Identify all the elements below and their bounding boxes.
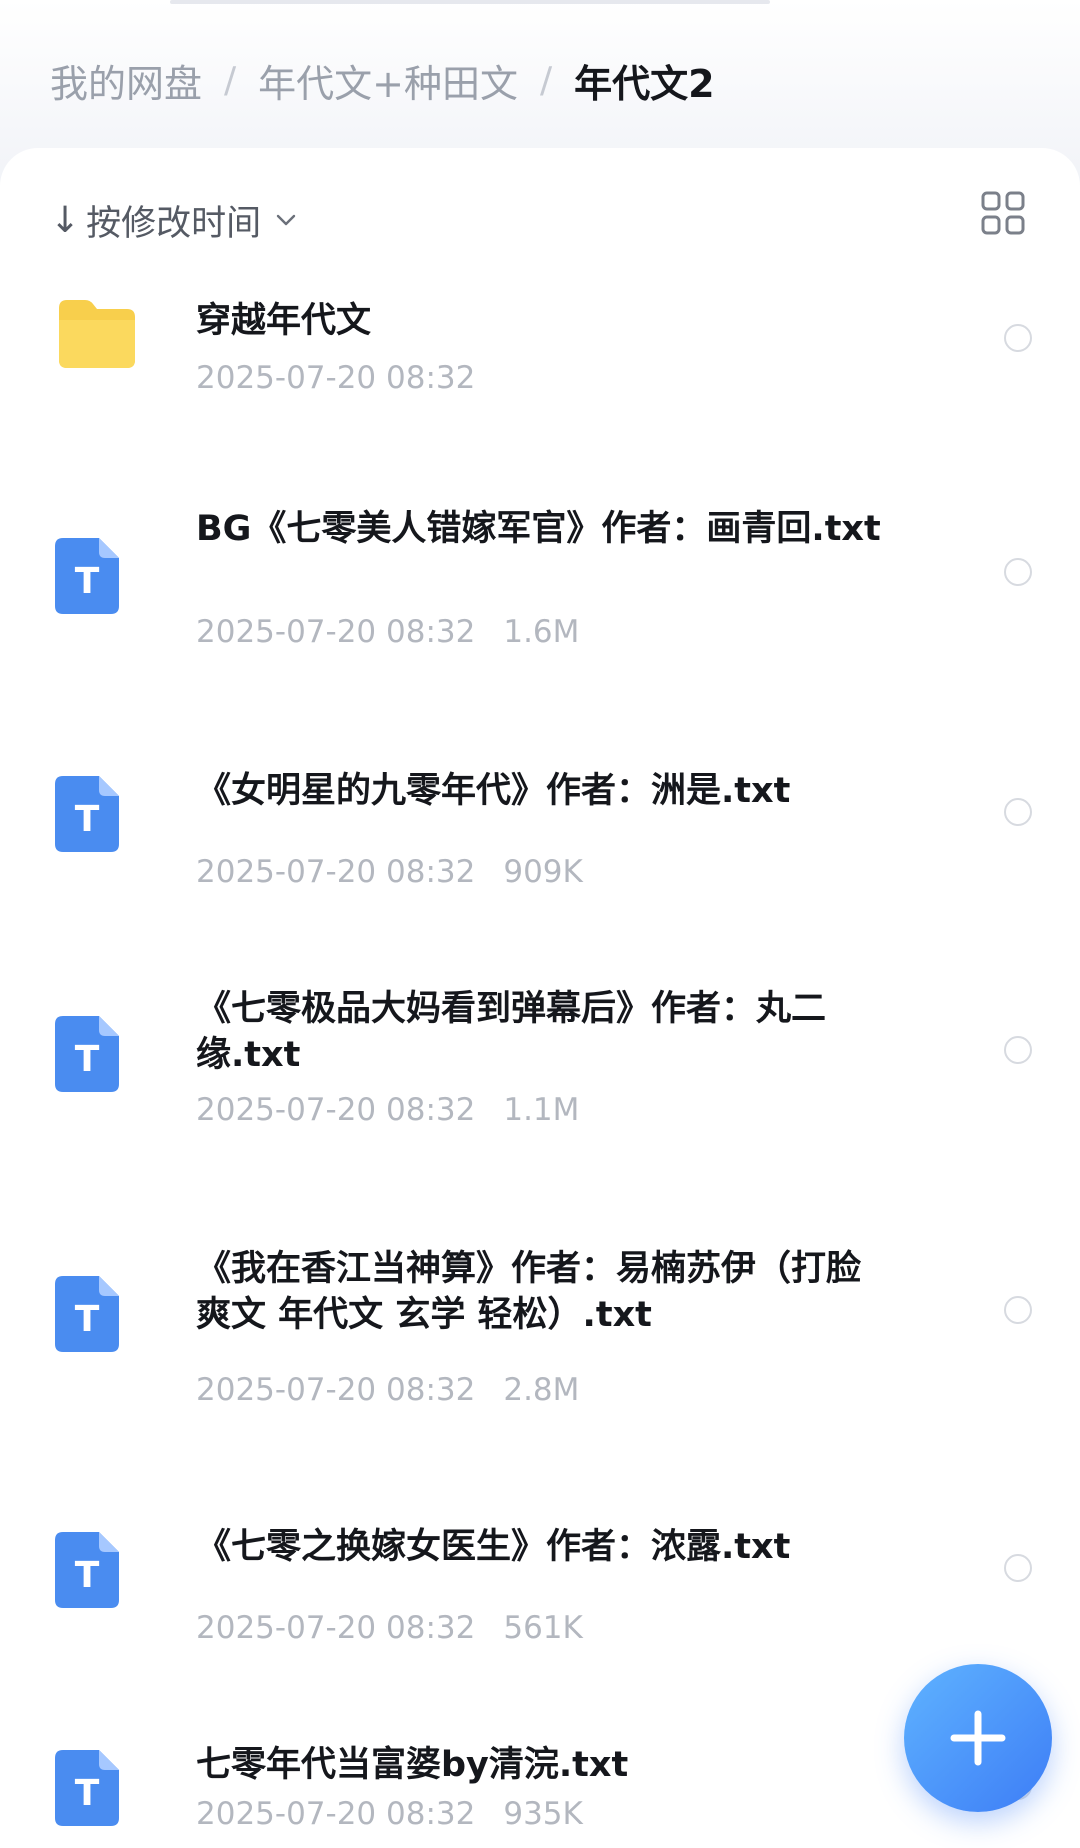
select-radio[interactable] xyxy=(1004,1036,1032,1064)
file-name: 《七零极品大妈看到弹幕后》作者：丸二缘.txt xyxy=(196,989,827,1075)
file-size: 561K xyxy=(503,1610,583,1646)
file-type-letter: T xyxy=(75,561,100,602)
text-file-icon: T xyxy=(55,1532,119,1608)
grid-view-icon[interactable] xyxy=(980,190,1026,236)
file-meta: 2025-07-20 08:32 561K xyxy=(196,1610,583,1646)
file-type-letter: T xyxy=(75,799,100,840)
list-item[interactable]: T 《女明星的九零年代》作者：洲是.txt 2025-07-20 08:32 90… xyxy=(0,768,1080,928)
sort-direction-arrow: ↓ xyxy=(50,199,81,241)
select-radio[interactable] xyxy=(1004,798,1032,826)
select-radio[interactable] xyxy=(1004,1554,1032,1582)
chevron-down-icon xyxy=(276,214,296,226)
file-meta: 2025-07-20 08:32 1.6M xyxy=(196,614,579,650)
text-file-icon: T xyxy=(55,1016,119,1092)
list-item[interactable]: T 《七零极品大妈看到弹幕后》作者：丸二缘.txt 2025-07-20 08:… xyxy=(0,986,1080,1186)
file-meta: 2025-07-20 08:32 909K xyxy=(196,854,583,890)
file-meta: 2025-07-20 08:32 1.1M xyxy=(196,1092,579,1128)
list-item[interactable]: T BG《七零美人错嫁军官》作者：画青回.txt 2025-07-20 08:3… xyxy=(0,506,1080,706)
text-file-icon: T xyxy=(55,1276,119,1352)
file-date: 2025-07-20 08:32 xyxy=(196,1092,476,1128)
file-list-panel: ↓ 按修改时间 穿越年代文 2025-07-20 08:32 T BG《七零美人… xyxy=(0,148,1080,1848)
breadcrumb-separator: / xyxy=(540,59,553,101)
select-radio[interactable] xyxy=(1004,324,1032,352)
select-radio[interactable] xyxy=(1004,558,1032,586)
file-name: 七零年代当富婆by清浣.txt xyxy=(196,1745,629,1785)
breadcrumb-separator: / xyxy=(224,59,237,101)
file-name: 《七零之换嫁女医生》作者：浓露.txt xyxy=(196,1527,791,1567)
text-file-icon: T xyxy=(55,776,119,852)
list-item[interactable]: 穿越年代文 2025-07-20 08:32 xyxy=(0,298,1080,448)
plus-icon xyxy=(950,1710,1006,1766)
file-meta: 2025-07-20 08:32 xyxy=(196,360,475,396)
file-type-letter: T xyxy=(75,1773,100,1814)
file-date: 2025-07-20 08:32 xyxy=(196,614,476,650)
file-name: 《我在香江当神算》作者：易楠苏伊（打脸 爽文 年代文 玄学 轻松）.txt xyxy=(196,1249,862,1335)
file-date: 2025-07-20 08:32 xyxy=(196,1610,476,1646)
file-meta: 2025-07-20 08:32 935K xyxy=(196,1796,583,1832)
sort-dropdown[interactable]: ↓ 按修改时间 xyxy=(50,190,297,250)
list-item[interactable]: T 《七零之换嫁女医生》作者：浓露.txt 2025-07-20 08:32 56… xyxy=(0,1524,1080,1684)
file-date: 2025-07-20 08:32 xyxy=(196,854,476,890)
text-file-icon: T xyxy=(55,538,119,614)
file-size: 1.1M xyxy=(503,1092,580,1128)
file-size: 2.8M xyxy=(503,1372,580,1408)
sort-label: 按修改时间 xyxy=(86,203,262,244)
breadcrumb-current: 年代文2 xyxy=(574,61,715,106)
breadcrumb-root[interactable]: 我的网盘 xyxy=(50,53,202,108)
select-radio[interactable] xyxy=(1004,1296,1032,1324)
text-file-icon: T xyxy=(55,1750,119,1826)
file-date: 2025-07-20 08:32 xyxy=(196,360,476,396)
top-handle xyxy=(170,0,770,4)
file-size: 909K xyxy=(503,854,583,890)
breadcrumb: 我的网盘 / 年代文+种田文 / 年代文2 xyxy=(50,56,715,106)
file-date: 2025-07-20 08:32 xyxy=(196,1796,476,1832)
file-type-letter: T xyxy=(75,1299,100,1340)
add-button[interactable] xyxy=(904,1664,1052,1812)
file-type-letter: T xyxy=(75,1039,100,1080)
file-type-letter: T xyxy=(75,1555,100,1596)
file-date: 2025-07-20 08:32 xyxy=(196,1372,476,1408)
file-name: 穿越年代文 xyxy=(196,301,372,341)
file-name: BG《七零美人错嫁军官》作者：画青回.txt xyxy=(196,509,881,549)
breadcrumb-parent[interactable]: 年代文+种田文 xyxy=(258,53,518,108)
file-size: 1.6M xyxy=(503,614,580,650)
list-item[interactable]: T 《我在香江当神算》作者：易楠苏伊（打脸 爽文 年代文 玄学 轻松）.txt … xyxy=(0,1246,1080,1466)
file-name: 《女明星的九零年代》作者：洲是.txt xyxy=(196,771,791,811)
file-size: 935K xyxy=(503,1796,583,1832)
file-meta: 2025-07-20 08:32 2.8M xyxy=(196,1372,579,1408)
folder-icon xyxy=(59,300,135,368)
